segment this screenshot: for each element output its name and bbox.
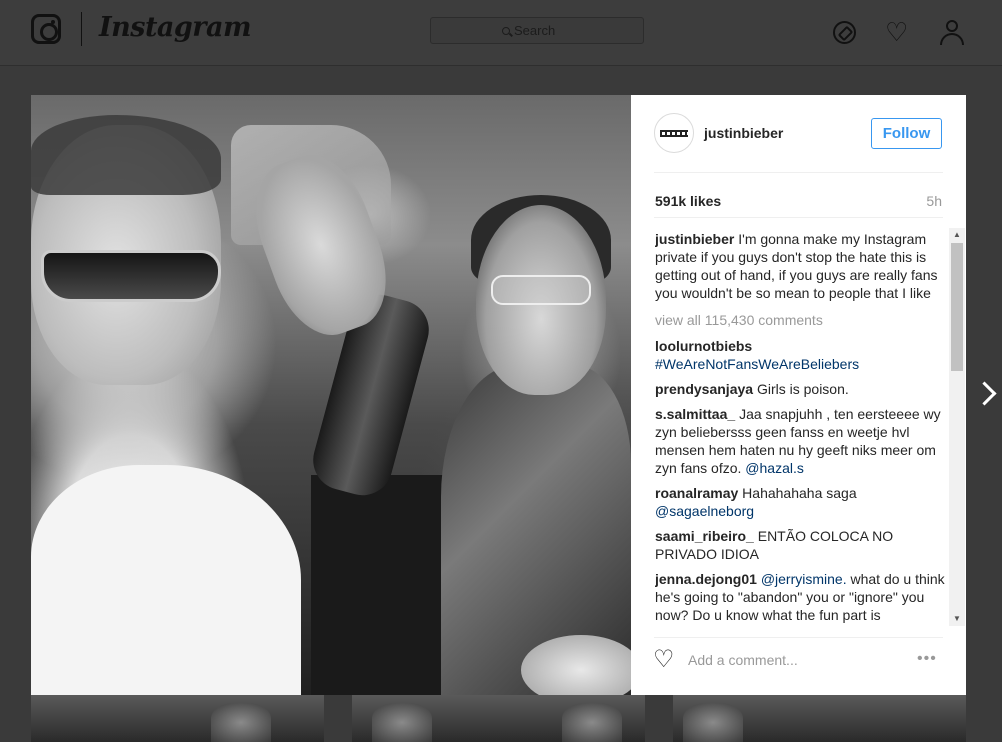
photo-person-left-shirt [31, 465, 301, 695]
comment-mention[interactable]: @hazal.s [745, 460, 804, 476]
comment-author[interactable]: s.salmittaa_ [655, 406, 735, 422]
comment-item: s.salmittaa_ Jaa snapjuhh , ten eersteee… [655, 405, 945, 477]
likes-count[interactable]: 591k likes [655, 193, 721, 209]
search-icon [502, 26, 510, 35]
top-nav-bar: Instagram Search ♡ [0, 0, 1002, 66]
instagram-camera-icon[interactable] [31, 14, 61, 44]
comment-mention[interactable]: @jerryismine. [761, 571, 847, 587]
thumbnail[interactable] [31, 695, 324, 742]
comment-text: Hahahahaha saga [742, 485, 857, 501]
comment-item: prendysanjaya Girls is poison. [655, 380, 945, 398]
comment-item: saami_ribeiro_ ENTÃO COLOCA NO PRIVADO I… [655, 527, 945, 563]
scroll-up-arrow-icon[interactable]: ▲ [949, 228, 965, 242]
caption-author[interactable]: justinbieber [655, 231, 734, 247]
post-side-panel: justinbieber Follow 591k likes 5h justin… [631, 95, 966, 695]
post-photo[interactable] [31, 95, 631, 695]
comment-hashtag[interactable]: #WeAreNotFansWeAreBeliebers [655, 356, 859, 372]
divider [654, 637, 943, 638]
comment-author[interactable]: roanalramay [655, 485, 738, 501]
photo-person-left-sunglasses [41, 250, 221, 302]
user-icon[interactable] [940, 20, 964, 45]
photo-person-left-hair [31, 115, 221, 195]
thumbnail-figure [683, 703, 743, 742]
logo-divider [81, 12, 82, 46]
divider [654, 217, 943, 218]
compass-icon[interactable] [833, 21, 856, 44]
comment-author[interactable]: loolurnotbiebs [655, 338, 752, 354]
more-options-icon[interactable]: ••• [917, 651, 937, 667]
instagram-wordmark[interactable]: Instagram [99, 12, 252, 43]
thumbnail[interactable] [352, 695, 645, 742]
search-placeholder-text: Search [514, 23, 556, 38]
user-icon-head [946, 20, 958, 32]
avatar-logo-icon [660, 129, 688, 137]
comment-item: roanalramay Hahahahaha saga @sagaelnebor… [655, 484, 945, 520]
comment-text: Girls is poison. [756, 381, 849, 397]
add-comment-input[interactable] [688, 649, 888, 671]
thumbnail[interactable] [673, 695, 966, 742]
thumbnail-figure [372, 703, 432, 742]
divider [654, 172, 943, 173]
user-icon-body [940, 33, 964, 45]
follow-button[interactable]: Follow [871, 118, 942, 149]
view-all-comments-link[interactable]: view all 115,430 comments [655, 311, 945, 329]
like-heart-icon[interactable]: ♡ [653, 647, 675, 673]
search-input[interactable]: Search [430, 17, 644, 44]
heart-icon[interactable]: ♡ [885, 19, 908, 45]
comment-author[interactable]: saami_ribeiro_ [655, 528, 754, 544]
comments-scrollbar[interactable]: ▲ ▼ [949, 228, 965, 626]
next-post-chevron-icon[interactable] [976, 378, 996, 412]
post-username[interactable]: justinbieber [704, 125, 783, 141]
photo-person-right-glasses [491, 275, 591, 305]
thumbnail-figure [562, 703, 622, 742]
background-thumbnails [31, 695, 966, 742]
comment-mention[interactable]: @sagaelneborg [655, 503, 754, 519]
post-timestamp[interactable]: 5h [926, 193, 942, 209]
thumbnail-figure [211, 703, 271, 742]
comment-item: loolurnotbiebs #WeAreNotFansWeAreBeliebe… [655, 337, 945, 373]
avatar[interactable] [654, 113, 694, 153]
comment-author[interactable]: jenna.dejong01 [655, 571, 757, 587]
scroll-thumb[interactable] [951, 243, 963, 371]
comment-item: jenna.dejong01 @jerryismine. what do u t… [655, 570, 945, 624]
comments-list[interactable]: justinbieber I'm gonna make my Instagram… [655, 230, 945, 626]
search-placeholder: Search [502, 23, 555, 38]
scroll-down-arrow-icon[interactable]: ▼ [949, 612, 965, 626]
comment-author[interactable]: prendysanjaya [655, 381, 753, 397]
post-caption: justinbieber I'm gonna make my Instagram… [655, 230, 945, 302]
